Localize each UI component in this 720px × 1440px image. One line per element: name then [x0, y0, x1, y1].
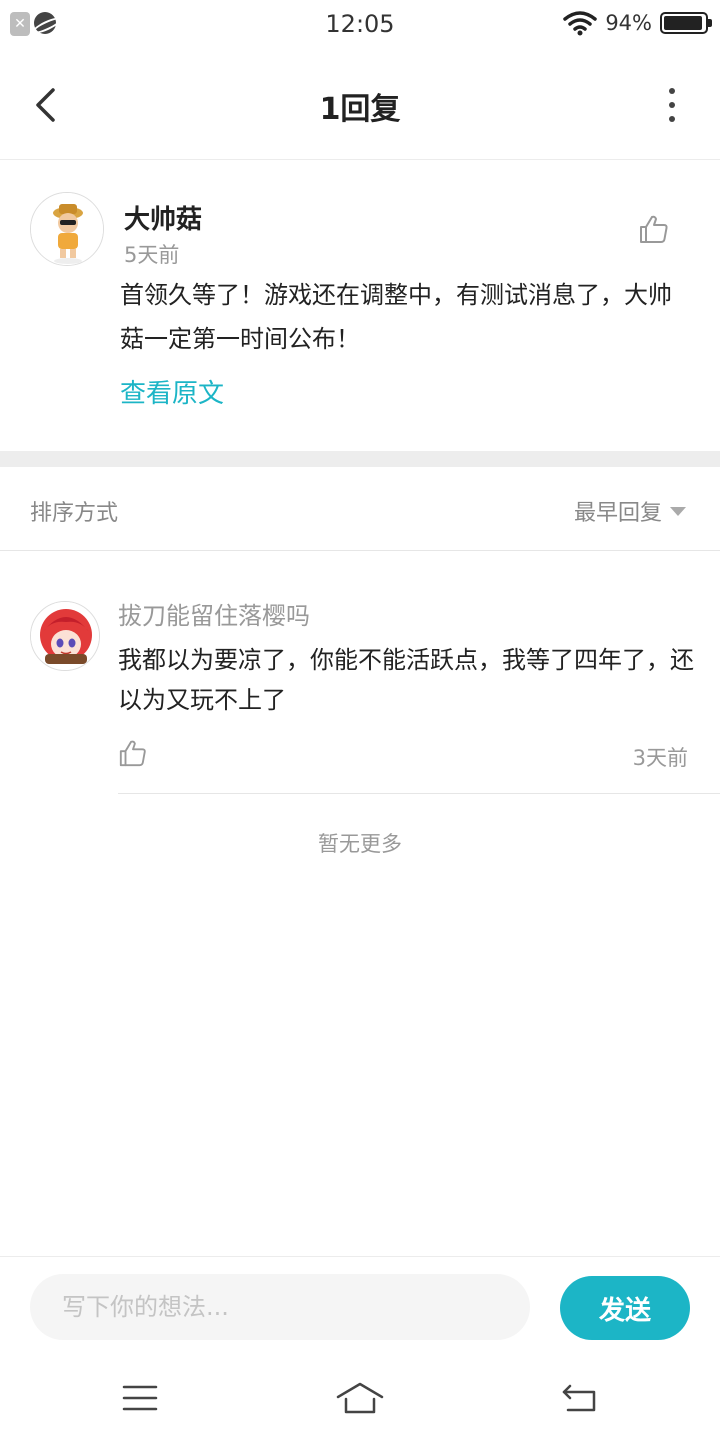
home-icon — [336, 1382, 384, 1414]
wifi-icon — [563, 11, 598, 36]
status-indicators: 94% — [563, 10, 712, 36]
avatar[interactable] — [30, 192, 104, 266]
list-item: 拔刀能留住落樱吗 我都以为要凉了，你能不能活跃点，我等了四年了，还以为又玩不上了… — [0, 552, 720, 794]
system-nav-bar — [0, 1360, 720, 1440]
sort-value: 最早回复 — [573, 501, 662, 526]
page-title: 1回复 — [319, 92, 401, 127]
comment-time: 5天前 — [124, 243, 180, 267]
reply-author[interactable]: 拔刀能留住落樱吗 — [118, 596, 310, 631]
nav-home-button[interactable] — [335, 1378, 385, 1418]
comment-text: 首领久等了！游戏还在调整中，有测试消息了，大帅菇一定第一时间公布！ — [120, 281, 672, 353]
caret-down-icon — [670, 506, 686, 516]
battery-level — [664, 16, 702, 30]
thumbs-up-icon[interactable] — [118, 738, 148, 768]
nav-back-button[interactable] — [555, 1378, 605, 1418]
status-bar: ✕ 12:05 94% — [0, 0, 720, 50]
view-original-link[interactable]: 查看原文 — [120, 373, 224, 410]
send-button[interactable]: 发送 — [560, 1276, 690, 1340]
reply-text: 我都以为要凉了，你能不能活跃点，我等了四年了，还以为又玩不上了 — [118, 646, 694, 714]
battery-icon — [660, 12, 712, 34]
thumbs-up-icon[interactable] — [638, 213, 670, 245]
section-divider — [0, 451, 720, 467]
sort-label: 排序方式 — [30, 501, 119, 526]
header: 1回复 — [0, 50, 720, 160]
reply-divider — [118, 793, 720, 794]
no-more-label: 暂无更多 — [318, 832, 402, 856]
back-icon — [562, 1384, 596, 1412]
comment-composer: 发送 — [0, 1256, 720, 1360]
comment-author[interactable]: 大帅菇 — [124, 199, 202, 236]
battery-percent: 94% — [605, 11, 652, 35]
menu-icon — [122, 1385, 158, 1411]
nav-menu-button[interactable] — [115, 1378, 165, 1418]
avatar[interactable] — [30, 601, 100, 671]
original-comment: 大帅菇 5天前 首领久等了！游戏还在调整中，有测试消息了，大帅菇一定第一时间公布… — [0, 161, 720, 451]
sort-bar: 排序方式 最早回复 — [0, 467, 720, 551]
comment-input[interactable] — [30, 1274, 530, 1340]
more-button[interactable] — [660, 88, 684, 122]
sort-dropdown[interactable]: 最早回复 — [574, 495, 686, 527]
more-vertical-icon — [669, 88, 675, 94]
reply-time: 3天前 — [632, 746, 688, 770]
